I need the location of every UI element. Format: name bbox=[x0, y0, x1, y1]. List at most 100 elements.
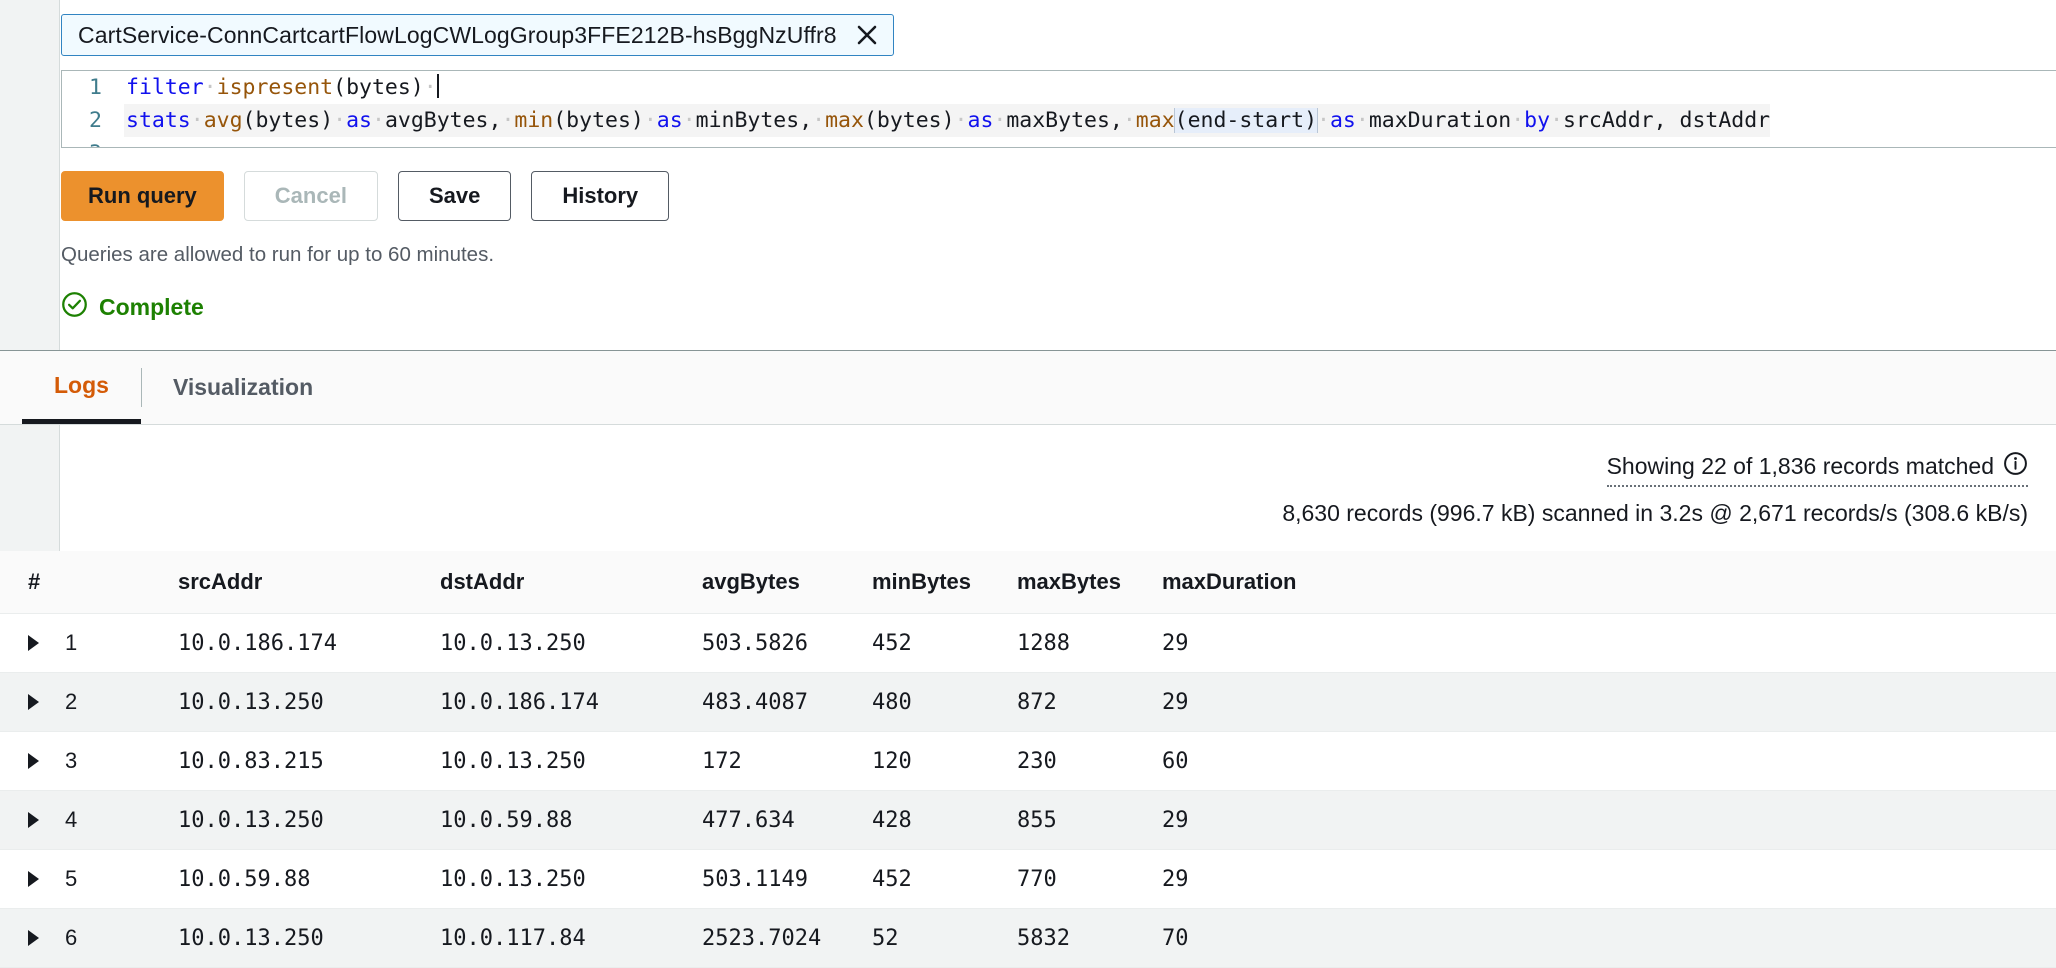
cell-maxbytes: 230 bbox=[1017, 731, 1162, 791]
cell-avgbytes: 477.634 bbox=[702, 790, 872, 850]
line-number-1: 1 bbox=[89, 75, 102, 100]
code-line-1-text: filter·ispresent(bytes)· bbox=[124, 71, 439, 104]
cell-srcaddr: 10.0.59.88 bbox=[178, 849, 440, 909]
row-index-label: 4 bbox=[65, 807, 78, 832]
space-dot: · bbox=[812, 108, 826, 133]
expand-row-icon[interactable] bbox=[28, 753, 39, 769]
space-dot: · bbox=[993, 108, 1007, 133]
cell-maxduration: 29 bbox=[1162, 790, 2056, 850]
code-line-3: 3 bbox=[62, 137, 2056, 147]
space-dot: · bbox=[682, 108, 696, 133]
check-circle-icon bbox=[61, 291, 88, 324]
row-index-label: 1 bbox=[65, 630, 78, 655]
table-row[interactable]: 1 10.0.186.174 10.0.13.250 503.5826 452 … bbox=[0, 613, 2056, 673]
token-as-2: as bbox=[656, 108, 683, 133]
run-query-button[interactable]: Run query bbox=[61, 171, 224, 221]
tab-logs[interactable]: Logs bbox=[22, 351, 141, 424]
table-row[interactable]: 2 10.0.13.250 10.0.186.174 483.4087 480 … bbox=[0, 672, 2056, 732]
history-button[interactable]: History bbox=[531, 171, 670, 221]
save-button[interactable]: Save bbox=[397, 171, 512, 221]
column-header-index[interactable]: # bbox=[0, 551, 178, 614]
cell-srcaddr: 10.0.13.250 bbox=[178, 908, 440, 968]
space-dot: · bbox=[1511, 108, 1525, 133]
tab-visualization[interactable]: Visualization bbox=[140, 351, 345, 424]
table-row[interactable]: 6 10.0.13.250 10.0.117.84 2523.7024 52 5… bbox=[0, 908, 2056, 968]
info-icon[interactable] bbox=[2003, 451, 2028, 482]
records-matched-summary[interactable]: Showing 22 of 1,836 records matched bbox=[1606, 451, 2028, 487]
expand-row-icon[interactable] bbox=[28, 694, 39, 710]
cell-maxbytes: 5832 bbox=[1017, 908, 1162, 968]
results-table: # srcAddr dstAddr avgBytes minBytes maxB… bbox=[0, 551, 2056, 968]
space-dot: · bbox=[1355, 108, 1369, 133]
column-header-srcaddr[interactable]: srcAddr bbox=[178, 551, 440, 614]
table-row[interactable]: 5 10.0.59.88 10.0.13.250 503.1149 452 77… bbox=[0, 849, 2056, 909]
token-function-max: max bbox=[825, 108, 864, 133]
row-index-cell: 1 bbox=[0, 613, 178, 673]
cell-minbytes: 52 bbox=[872, 908, 1017, 968]
cloudwatch-logs-insights-page: CartService-ConnCartcartFlowLogCWLogGrou… bbox=[0, 0, 2056, 968]
log-group-selector: CartService-ConnCartcartFlowLogCWLogGrou… bbox=[61, 0, 2056, 56]
records-matched-label: Showing 22 of 1,836 records matched bbox=[1606, 453, 1994, 479]
cell-maxbytes: 1288 bbox=[1017, 613, 1162, 673]
expand-row-icon[interactable] bbox=[28, 930, 39, 946]
row-index-cell: 5 bbox=[0, 849, 178, 909]
table-row[interactable]: 4 10.0.13.250 10.0.59.88 477.634 428 855… bbox=[0, 790, 2056, 850]
space-dot: · bbox=[954, 108, 968, 133]
cell-dstaddr: 10.0.117.84 bbox=[440, 908, 702, 968]
expand-row-icon[interactable] bbox=[28, 635, 39, 651]
column-header-maxbytes[interactable]: maxBytes bbox=[1017, 551, 1162, 614]
cell-dstaddr: 10.0.13.250 bbox=[440, 849, 702, 909]
space-dot: · bbox=[203, 75, 217, 100]
token-alias-minbytes: minBytes, bbox=[695, 108, 813, 133]
token-max-duration-expr: (end-start) bbox=[1173, 108, 1319, 133]
token-as-4: as bbox=[1329, 108, 1356, 133]
cell-srcaddr: 10.0.13.250 bbox=[178, 790, 440, 850]
token-alias-maxduration: maxDuration bbox=[1368, 108, 1512, 133]
expand-row-icon[interactable] bbox=[28, 871, 39, 887]
token-max-args: (bytes) bbox=[863, 108, 955, 133]
cell-maxduration: 29 bbox=[1162, 613, 2056, 673]
cell-srcaddr: 10.0.186.174 bbox=[178, 613, 440, 673]
log-group-token-label: CartService-ConnCartcartFlowLogCWLogGrou… bbox=[78, 22, 837, 48]
cell-maxduration: 29 bbox=[1162, 672, 2056, 732]
row-index-label: 5 bbox=[65, 866, 78, 891]
cell-maxduration: 60 bbox=[1162, 731, 2056, 791]
space-dot: · bbox=[371, 108, 385, 133]
space-dot: · bbox=[190, 108, 204, 133]
cell-dstaddr: 10.0.186.174 bbox=[440, 672, 702, 732]
row-index-cell: 2 bbox=[0, 672, 178, 732]
line-number-3: 3 bbox=[62, 137, 124, 147]
log-group-token[interactable]: CartService-ConnCartcartFlowLogCWLogGrou… bbox=[61, 14, 894, 56]
query-runtime-note: Queries are allowed to run for up to 60 … bbox=[61, 243, 495, 266]
token-keyword-by: by bbox=[1524, 108, 1551, 133]
row-index-label: 2 bbox=[65, 689, 78, 714]
column-header-maxduration[interactable]: maxDuration bbox=[1162, 551, 2056, 614]
row-index-cell: 6 bbox=[0, 908, 178, 968]
query-status: Complete bbox=[61, 291, 2056, 324]
column-header-avgbytes[interactable]: avgBytes bbox=[702, 551, 872, 614]
token-function-min: min bbox=[514, 108, 554, 133]
main-content: CartService-ConnCartcartFlowLogCWLogGrou… bbox=[0, 0, 2056, 968]
query-status-label: Complete bbox=[99, 294, 204, 320]
cell-minbytes: 480 bbox=[872, 672, 1017, 732]
expand-row-icon[interactable] bbox=[28, 812, 39, 828]
cell-srcaddr: 10.0.13.250 bbox=[178, 672, 440, 732]
code-line-1: 1 filter·ispresent(bytes)· bbox=[62, 71, 2056, 104]
token-as-3: as bbox=[967, 108, 994, 133]
query-editor[interactable]: 1 filter·ispresent(bytes)· 2 stats·avg(b… bbox=[61, 70, 2056, 148]
scan-stats-label: 8,630 records (996.7 kB) scanned in 3.2s… bbox=[1282, 500, 2028, 526]
token-as-1: as bbox=[346, 108, 372, 133]
space-dot: · bbox=[333, 108, 347, 133]
cell-avgbytes: 483.4087 bbox=[702, 672, 872, 732]
results-tabs: Logs Visualization bbox=[0, 351, 2056, 425]
text-caret bbox=[436, 74, 439, 98]
space-dot: · bbox=[423, 75, 437, 100]
close-icon[interactable] bbox=[853, 21, 881, 49]
table-row[interactable]: 3 10.0.83.215 10.0.13.250 172 120 230 60 bbox=[0, 731, 2056, 791]
line-number-2: 2 bbox=[89, 108, 102, 133]
token-args-bytes: (bytes) bbox=[333, 75, 424, 100]
column-header-dstaddr[interactable]: dstAddr bbox=[440, 551, 702, 614]
column-header-minbytes[interactable]: minBytes bbox=[872, 551, 1017, 614]
cell-maxbytes: 855 bbox=[1017, 790, 1162, 850]
token-min-args: (bytes) bbox=[553, 108, 644, 133]
